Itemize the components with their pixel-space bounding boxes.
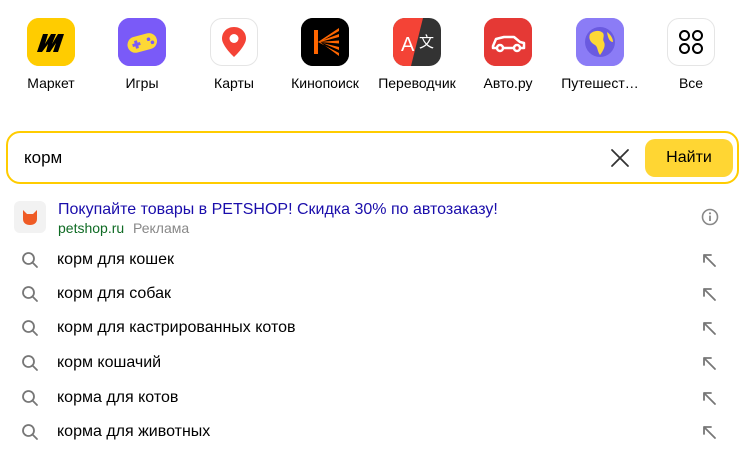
translate-icon: A 文 (393, 18, 441, 66)
clear-button[interactable] (608, 146, 632, 170)
suggestion-item[interactable]: корм для собак (0, 277, 751, 311)
suggestion-text: корм кошачий (57, 354, 162, 371)
suggestion-text: корм для кастрированных котов (57, 319, 296, 336)
service-all[interactable]: Все (645, 18, 737, 91)
search-input[interactable] (24, 145, 584, 171)
petshop-cat-icon (14, 201, 46, 233)
service-label: Карты (214, 75, 254, 91)
suggestion-text: корма для котов (57, 389, 179, 406)
suggestion-item[interactable]: корма для животных (0, 415, 751, 449)
grid-icon (667, 18, 715, 66)
service-travel[interactable]: Путешест… (554, 18, 646, 91)
arrow-up-left-icon[interactable] (700, 251, 718, 269)
search-suggest-page: Маркет Игры Карты Кинопоиск A 文 Переводч… (0, 0, 751, 458)
search-icon (22, 252, 38, 268)
info-icon[interactable] (701, 208, 719, 226)
arrow-up-left-icon[interactable] (700, 354, 718, 372)
ad-suggestion[interactable]: Покупайте товары в PETSHOP! Скидка 30% п… (0, 197, 751, 239)
search-box: Найти (6, 131, 739, 184)
service-games[interactable]: Игры (96, 18, 188, 91)
suggestion-text: корм для кошек (57, 251, 175, 268)
service-translator[interactable]: A 文 Переводчик (371, 18, 463, 91)
arrow-up-left-icon[interactable] (700, 285, 718, 303)
search-icon (22, 320, 38, 336)
service-label: Маркет (27, 75, 75, 91)
service-kinopoisk[interactable]: Кинопоиск (279, 18, 371, 91)
services-row: Маркет Игры Карты Кинопоиск A 文 Переводч… (0, 0, 751, 100)
arrow-up-left-icon[interactable] (700, 389, 718, 407)
suggestion-item[interactable]: корм для кошек (0, 243, 751, 277)
suggestion-text: корма для животных (57, 423, 211, 440)
service-label: Все (678, 75, 704, 91)
svg-text:A: A (401, 34, 415, 56)
market-icon (27, 18, 75, 66)
service-label: Игры (125, 75, 159, 91)
close-icon (611, 149, 629, 167)
search-icon (22, 390, 38, 406)
gamepad-icon (118, 18, 166, 66)
service-maps[interactable]: Карты (188, 18, 280, 91)
car-icon (484, 18, 532, 66)
search-icon (22, 355, 38, 371)
service-label: Кинопоиск (291, 75, 359, 91)
suggestion-item[interactable]: корм кошачий (0, 346, 751, 380)
service-label: Авто.ру (483, 75, 533, 91)
service-label: Переводчик (378, 75, 456, 91)
service-market[interactable]: Маркет (5, 18, 97, 91)
map-pin-icon (210, 18, 258, 66)
ad-title[interactable]: Покупайте товары в PETSHOP! Скидка 30% п… (58, 200, 498, 220)
search-icon (22, 424, 38, 440)
service-autoru[interactable]: Авто.ру (462, 18, 554, 91)
globe-icon (576, 18, 624, 66)
suggestion-item[interactable]: корма для котов (0, 381, 751, 415)
ad-domain[interactable]: petshop.ru (58, 219, 124, 237)
search-button[interactable]: Найти (645, 139, 733, 177)
service-label: Путешест… (561, 75, 639, 91)
suggestion-text: корм для собак (57, 285, 171, 302)
kinopoisk-icon (301, 18, 349, 66)
suggestion-item[interactable]: корм для кастрированных котов (0, 311, 751, 345)
svg-text:文: 文 (419, 33, 434, 51)
arrow-up-left-icon[interactable] (700, 423, 718, 441)
ad-label: Реклама (133, 220, 190, 236)
arrow-up-left-icon[interactable] (700, 319, 718, 337)
search-icon (22, 286, 38, 302)
